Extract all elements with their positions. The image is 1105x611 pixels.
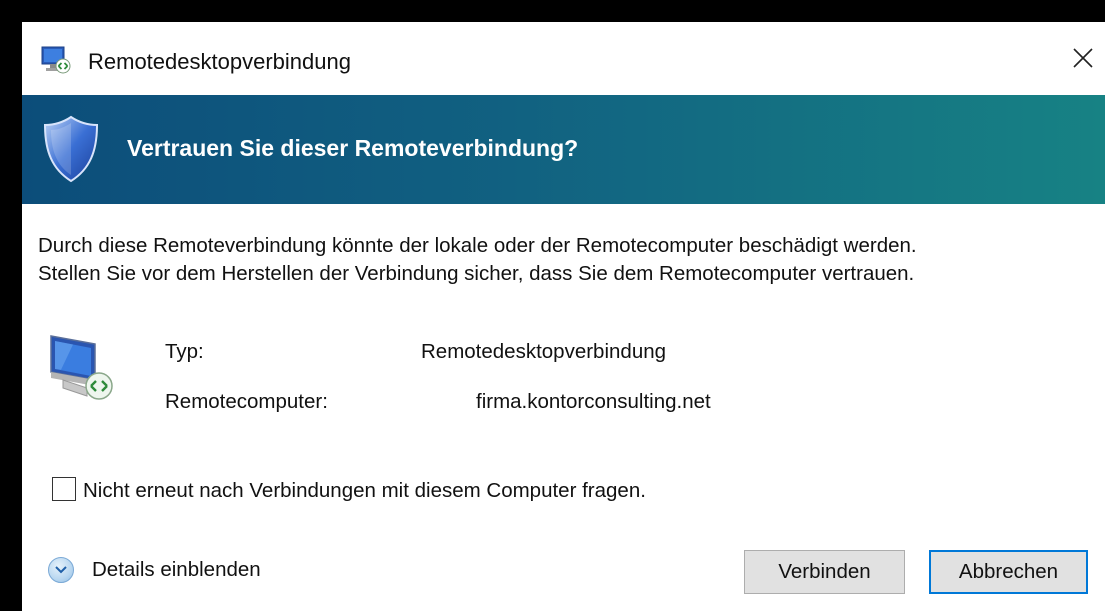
type-label: Typ: bbox=[165, 340, 204, 363]
shield-icon bbox=[43, 115, 99, 183]
remote-desktop-app-icon bbox=[41, 46, 71, 74]
window-title: Remotedesktopverbindung bbox=[88, 49, 351, 74]
warning-banner: Vertrauen Sie dieser Remoteverbindung? bbox=[22, 95, 1105, 204]
banner-title: Vertrauen Sie dieser Remoteverbindung? bbox=[127, 135, 579, 161]
message-line-2: Stellen Sie vor dem Herstellen der Verbi… bbox=[38, 262, 915, 285]
remote-computer-label: Remotecomputer: bbox=[165, 390, 328, 413]
type-value: Remotedesktopverbindung bbox=[421, 340, 667, 363]
message-line-1: Durch diese Remoteverbindung könnte der … bbox=[38, 234, 917, 257]
close-button[interactable] bbox=[1061, 36, 1105, 80]
dont-ask-again-checkbox[interactable] bbox=[52, 477, 76, 501]
show-details-toggle[interactable]: Details einblenden bbox=[48, 557, 261, 583]
connect-button[interactable]: Verbinden bbox=[744, 550, 905, 594]
close-icon bbox=[1073, 48, 1093, 68]
rdp-trust-dialog: Remotedesktopverbindung Vertrauen Sie di… bbox=[22, 22, 1105, 611]
cancel-button[interactable]: Abbrechen bbox=[929, 550, 1088, 594]
chevron-down-circle-icon bbox=[48, 557, 74, 583]
dont-ask-again-label[interactable]: Nicht erneut nach Verbindungen mit diese… bbox=[83, 479, 646, 503]
show-details-label: Details einblenden bbox=[92, 558, 261, 581]
monitor-connection-icon bbox=[50, 335, 113, 400]
chevron-down-icon bbox=[55, 566, 67, 574]
title-bar: Remotedesktopverbindung bbox=[22, 22, 1105, 95]
remote-computer-value: firma.kontorconsulting.net bbox=[476, 390, 711, 413]
warning-message: Durch diese Remoteverbindung könnte der … bbox=[38, 232, 917, 288]
